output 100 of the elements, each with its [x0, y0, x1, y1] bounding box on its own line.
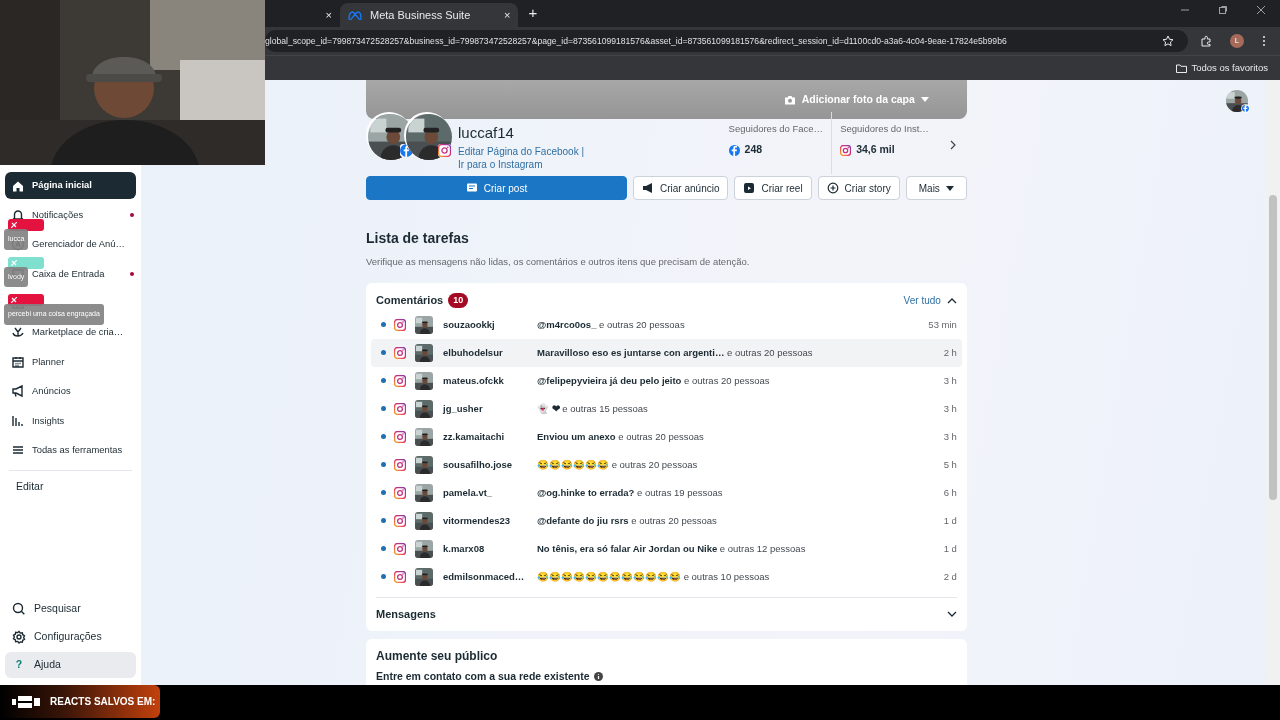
unread-dot [381, 434, 386, 440]
info-icon [593, 672, 603, 682]
username: edmilsonmaced… [443, 569, 526, 584]
more-options-icon[interactable] [1262, 35, 1266, 47]
action-button[interactable]: Criar story [817, 176, 900, 200]
sidebar-item[interactable]: Configurações [5, 624, 136, 650]
close-icon[interactable] [1256, 4, 1266, 15]
close-icon[interactable]: × [504, 6, 511, 24]
comment-row[interactable]: vitormendes23 @defante do jiu rsrs e outras 20 pessoas 1 d [371, 506, 962, 535]
sidebar-item[interactable]: Página inicial [5, 172, 136, 199]
instagram-icon [394, 374, 406, 387]
close-icon[interactable]: × [325, 6, 332, 24]
comment-text: 👻 ❤ e outras 15 pessoas [537, 401, 648, 416]
unread-dot [381, 406, 386, 412]
reel-icon [743, 182, 756, 194]
follower-count: 34,6 mil [856, 142, 895, 158]
edit-link[interactable]: Editar [5, 478, 136, 495]
instagram-icon [394, 430, 406, 443]
instagram-badge-icon [438, 144, 451, 157]
comment-row[interactable]: pamela.vt_ @og.hinke to errada? e outras 19 pessoas 6 h [371, 478, 962, 507]
badge-icon [11, 297, 17, 303]
timestamp: 2 d [943, 569, 957, 584]
action-button[interactable]: Criar post [366, 176, 627, 200]
sidebar-item[interactable]: ? Ajuda [5, 652, 136, 678]
comment-row[interactable]: edmilsonmaced… 😂😂😂😂😂😂😂😂😂😂😂😂 e outras 10 pessoas 2 d [371, 562, 962, 591]
comment-row[interactable]: jg_usher 👻 ❤ e outras 15 pessoas 3 h [371, 394, 962, 423]
comment-row[interactable]: k.marx08 No tênis, era só falar Air Jordan ou Nike e outras 12 pessoas 1 d [371, 534, 962, 563]
browser-tab[interactable]: × [265, 3, 340, 27]
comment-row[interactable]: elbuhodelsur Maravilloso eso es juntarse con argenti… e outras 20 pessoas 2 h [371, 338, 962, 367]
username: zz.kamaitachi [443, 429, 506, 444]
calendar-icon [11, 354, 25, 369]
unread-dot [381, 322, 386, 328]
bookmark-folder[interactable]: Todos os favoritos [1176, 60, 1268, 76]
action-button[interactable]: Criar anúncio [633, 176, 729, 200]
unread-dot [381, 462, 386, 468]
dropdown-button[interactable]: Mais [905, 176, 967, 200]
comment-row[interactable]: mateus.ofckk @felipepyvieira já deu pelo jeito e outras 20 pessoas 3 h [371, 366, 962, 395]
camera-icon [783, 94, 796, 105]
sidebar-item[interactable]: Todas as ferramentas [5, 436, 136, 464]
restore-icon[interactable] [1218, 4, 1228, 15]
comment-text: Enviou um anexo e outras 20 pessoas [537, 429, 704, 444]
comment-row[interactable]: sousafilho.jose 😂😂😂😂😂😂 e outras 20 pessoas 5 h [371, 450, 962, 479]
comment-row[interactable]: zz.kamaitachi Enviou um anexo e outras 20 pessoas 3 h [371, 422, 962, 451]
messages-row[interactable]: Mensagens [376, 596, 957, 631]
settings-icon [12, 630, 26, 644]
bell-icon [11, 207, 25, 222]
comment-text: 😂😂😂😂😂😂😂😂😂😂😂😂 e outras 10 pessoas [537, 569, 770, 584]
scrollbar[interactable] [1266, 80, 1280, 685]
new-tab-button[interactable]: + [528, 1, 538, 24]
username: mateus.ofckk [443, 373, 505, 388]
separator: | [580, 145, 585, 157]
post-icon [465, 182, 478, 194]
logo-icon [12, 695, 40, 708]
extension-icon[interactable] [1200, 35, 1212, 47]
unread-dot [381, 490, 386, 496]
card-subtitle: Entre em contato com a sua rede existente [376, 668, 590, 684]
caret-icon [945, 185, 954, 191]
username: vitormendes23 [443, 513, 512, 528]
instagram-icon [840, 144, 852, 156]
timestamp: 1 d [943, 541, 957, 556]
page-link[interactable]: Editar Página do Facebook [458, 145, 579, 157]
sidebar-item[interactable]: Anúncios [5, 377, 136, 405]
follower-label: Seguidores do Inst… [840, 122, 929, 136]
chevron-down-icon [946, 611, 957, 618]
timestamp: 1 d [943, 513, 957, 528]
view-all-link[interactable]: Ver tudo [903, 293, 957, 308]
username: pamela.vt_ [443, 485, 494, 500]
facebook-icon [728, 144, 740, 156]
sidebar-item[interactable]: Pesquisar [5, 596, 136, 622]
comment-text: No tênis, era só falar Air Jordan ou Nike e outras 12 pessoas [537, 541, 806, 556]
timestamp: 53 min [928, 317, 957, 332]
comment-text: 😂😂😂😂😂😂 e outras 20 pessoas [537, 457, 698, 472]
caret-icon [920, 97, 929, 102]
star-icon[interactable] [1162, 35, 1174, 47]
timestamp: 6 h [943, 485, 957, 500]
page-link[interactable]: Ir para o Instagram [458, 158, 543, 170]
profile-avatar[interactable]: L [1230, 34, 1244, 48]
comment-row[interactable]: souzaookkj @m4rco0os_ e outras 20 pessoas 53 min [371, 310, 962, 339]
browser-tab[interactable]: Meta Business Suite × [340, 3, 519, 27]
comment-text: @m4rco0os_ e outras 20 pessoas [537, 317, 685, 332]
badge-icon [11, 259, 17, 266]
scrollbar-thumb[interactable] [1269, 195, 1277, 500]
chevron-right-icon[interactable] [948, 140, 957, 150]
unread-dot [130, 271, 134, 276]
badge-icon [11, 222, 17, 228]
action-button[interactable]: Criar reel [734, 176, 812, 200]
page-name: luccaf14 [458, 123, 515, 143]
comment-text: Maravilloso eso es juntarse con argenti… e outras 20 pessoas [537, 345, 813, 360]
unread-dot [130, 212, 134, 217]
comment-text: @defante do jiu rsrs e outras 20 pessoas [537, 513, 717, 528]
sidebar-item[interactable]: Insights [5, 407, 136, 435]
section-title: Lista de tarefas [366, 229, 470, 248]
megaphone-icon [642, 182, 654, 194]
chevron-up-icon [946, 297, 957, 304]
bar-chart-icon [11, 413, 25, 428]
sidebar-item[interactable]: Planner [5, 348, 136, 376]
meta-logo-icon [348, 10, 362, 20]
address-bar[interactable]: global_scope_id=799873472528257&business_id=799873472528257&page_id=873561099181576&asset_id=873561099181576&redirect_session_id=d1100cd0-a3a6-4c04-9eae-17824e5b99b6 [265, 30, 1148, 52]
card-title: Comentários [376, 293, 444, 309]
username: sousafilho.jose [443, 457, 514, 472]
